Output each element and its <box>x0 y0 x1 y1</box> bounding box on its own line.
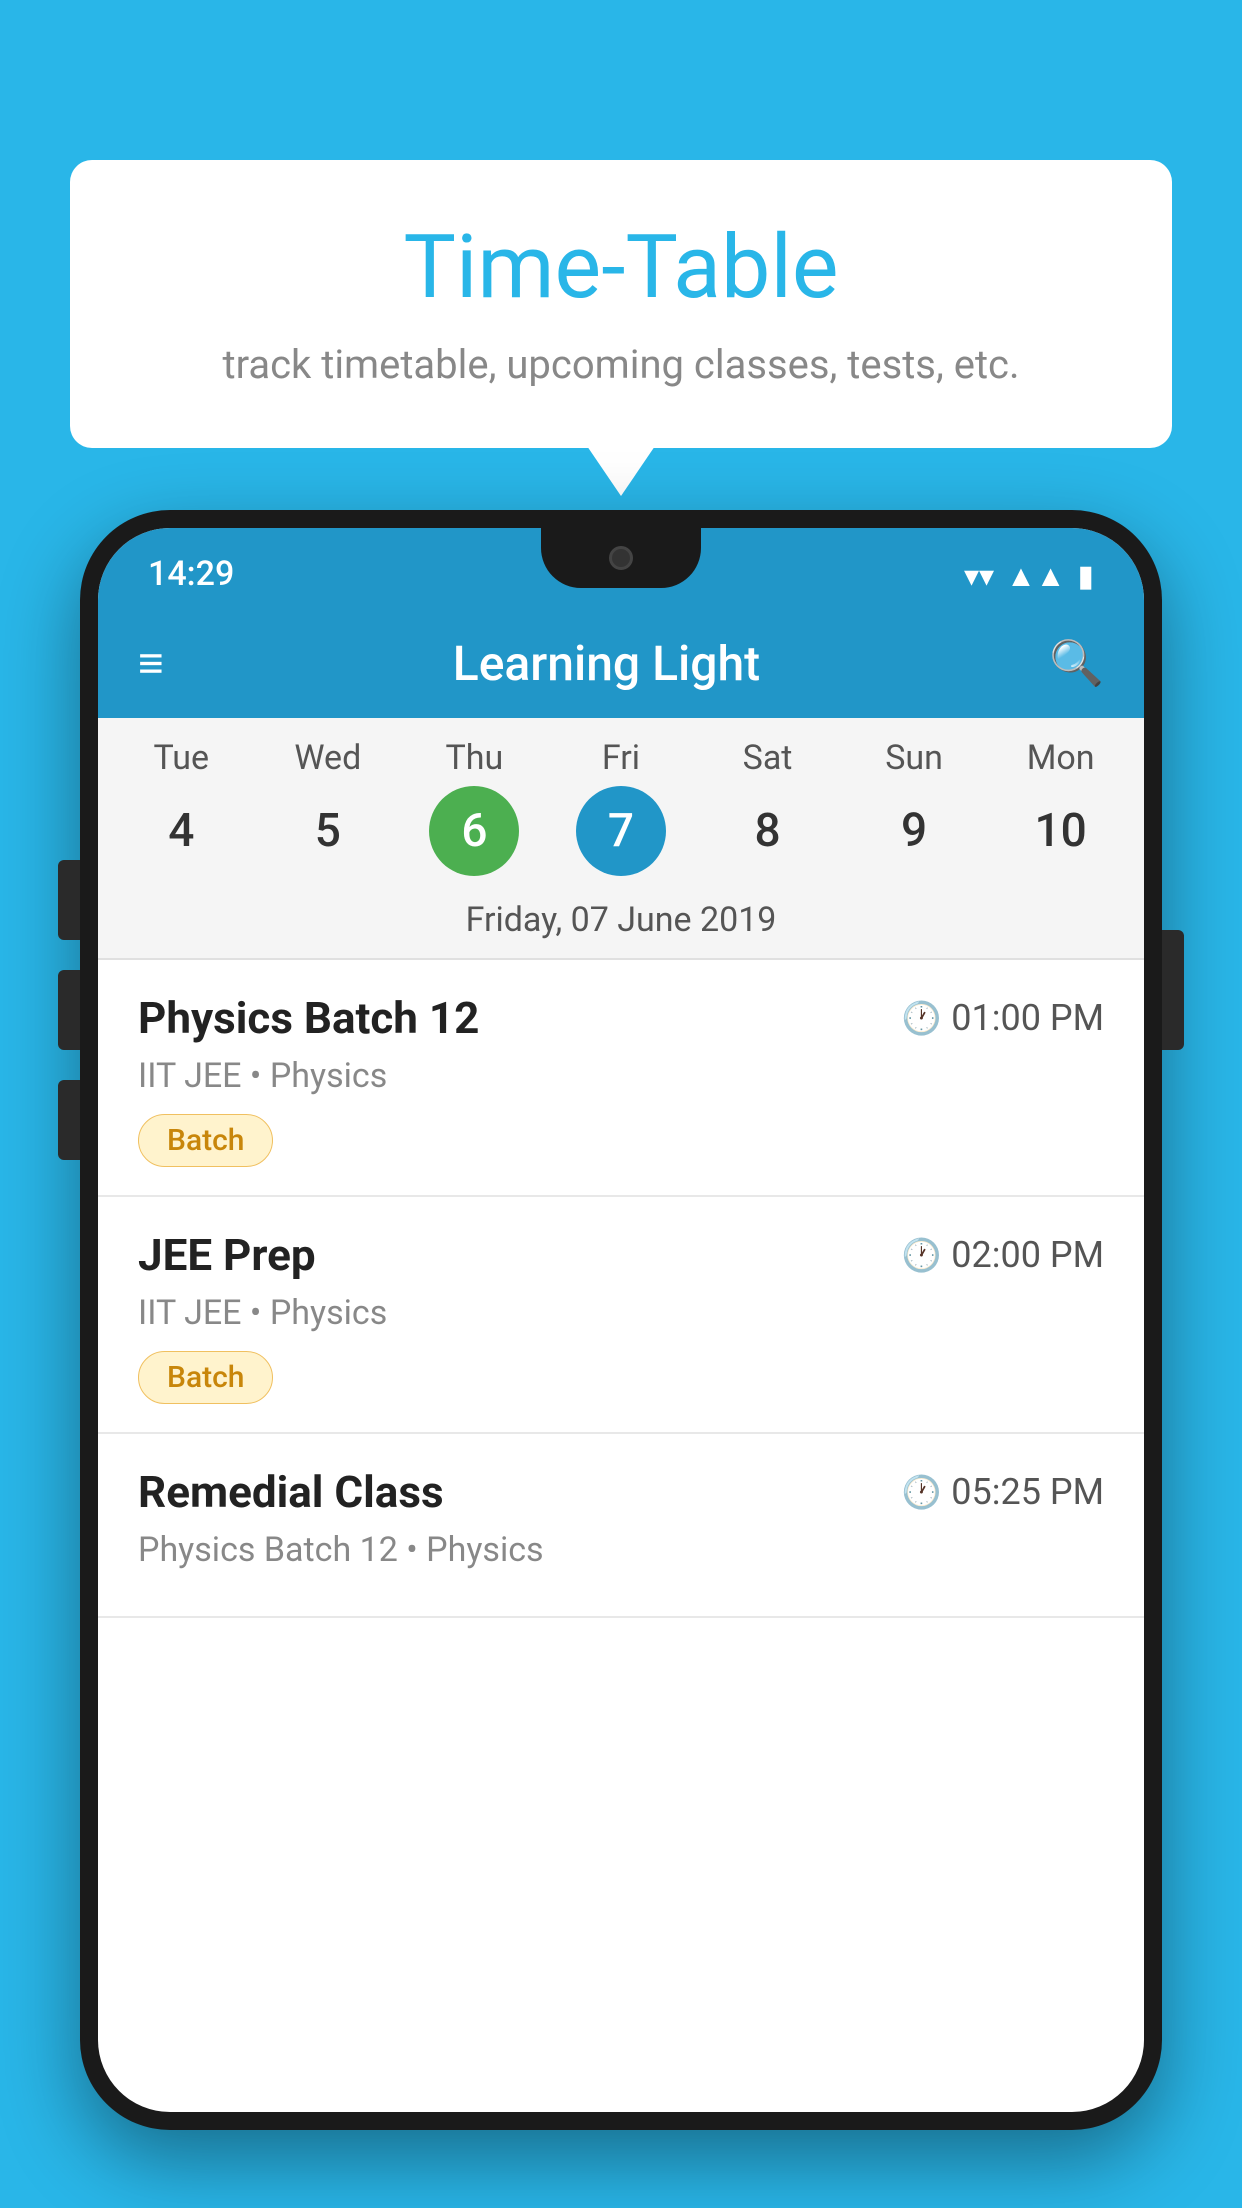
day-col[interactable]: Tue 4 <box>116 738 246 876</box>
schedule-item-header: Physics Batch 12 🕐 01:00 PM <box>138 992 1104 1044</box>
item-title: JEE Prep <box>138 1229 316 1281</box>
day-col[interactable]: Sat 8 <box>703 738 833 876</box>
day-col[interactable]: Fri 7 <box>556 738 686 876</box>
schedule-list: Physics Batch 12 🕐 01:00 PM IIT JEE • Phys… <box>98 960 1144 1618</box>
day-number[interactable]: 8 <box>723 786 813 876</box>
day-label: Sat <box>743 738 793 778</box>
item-subtitle: IIT JEE • Physics <box>138 1056 1104 1096</box>
day-label: Wed <box>294 738 361 778</box>
day-col[interactable]: Wed 5 <box>263 738 393 876</box>
phone-container: 14:29 ▾▾ ▲▲ ▮ ≡ Learning Light 🔍 Tue 4 Wed… <box>80 510 1162 2208</box>
app-bar: ≡ Learning Light 🔍 <box>98 608 1144 718</box>
phone-notch <box>541 528 701 588</box>
day-col[interactable]: Mon 10 <box>996 738 1126 876</box>
day-number[interactable]: 10 <box>1016 786 1106 876</box>
clock-icon: 🕐 <box>901 1473 941 1511</box>
clock-icon: 🕐 <box>901 1236 941 1274</box>
day-label: Sun <box>885 738 943 778</box>
day-label: Fri <box>602 738 640 778</box>
clock-icon: 🕐 <box>901 999 941 1037</box>
schedule-item[interactable]: Remedial Class 🕐 05:25 PM Physics Batch 12… <box>98 1434 1144 1618</box>
item-title: Physics Batch 12 <box>138 992 479 1044</box>
item-title: Remedial Class <box>138 1466 444 1518</box>
day-number[interactable]: 5 <box>283 786 373 876</box>
signal-icon: ▲▲ <box>1006 559 1065 594</box>
calendar-strip: Tue 4 Wed 5 Thu 6 Fri 7 Sat 8 Sun 9 Mon 10 Friday, 07… <box>98 718 1144 958</box>
phone-outer: 14:29 ▾▾ ▲▲ ▮ ≡ Learning Light 🔍 Tue 4 Wed… <box>80 510 1162 2130</box>
app-title: Learning Light <box>194 635 1020 692</box>
item-time: 🕐 01:00 PM <box>901 997 1104 1039</box>
speech-bubble: Time-Table track timetable, upcoming cla… <box>70 160 1172 448</box>
day-col[interactable]: Thu 6 <box>409 738 539 876</box>
schedule-item-header: JEE Prep 🕐 02:00 PM <box>138 1229 1104 1281</box>
day-number[interactable]: 4 <box>136 786 226 876</box>
item-time: 🕐 02:00 PM <box>901 1234 1104 1276</box>
day-number[interactable]: 9 <box>869 786 959 876</box>
schedule-item[interactable]: Physics Batch 12 🕐 01:00 PM IIT JEE • Phys… <box>98 960 1144 1197</box>
front-camera <box>609 546 633 570</box>
schedule-item[interactable]: JEE Prep 🕐 02:00 PM IIT JEE • Physics Batch <box>98 1197 1144 1434</box>
wifi-icon: ▾▾ <box>964 559 994 594</box>
batch-badge: Batch <box>138 1114 273 1167</box>
batch-badge: Batch <box>138 1351 273 1404</box>
battery-icon: ▮ <box>1077 559 1094 594</box>
search-icon[interactable]: 🔍 <box>1049 637 1104 689</box>
item-subtitle: IIT JEE • Physics <box>138 1293 1104 1333</box>
days-row: Tue 4 Wed 5 Thu 6 Fri 7 Sat 8 Sun 9 Mon 10 <box>98 738 1144 876</box>
current-date: Friday, 07 June 2019 <box>98 886 1144 958</box>
day-label: Thu <box>446 738 504 778</box>
day-col[interactable]: Sun 9 <box>849 738 979 876</box>
day-label: Mon <box>1027 738 1095 778</box>
day-number[interactable]: 7 <box>576 786 666 876</box>
day-number[interactable]: 6 <box>429 786 519 876</box>
bubble-title: Time-Table <box>120 220 1122 317</box>
item-subtitle: Physics Batch 12 • Physics <box>138 1530 1104 1570</box>
schedule-item-header: Remedial Class 🕐 05:25 PM <box>138 1466 1104 1518</box>
item-time: 🕐 05:25 PM <box>901 1471 1104 1513</box>
bubble-subtitle: track timetable, upcoming classes, tests… <box>120 337 1122 393</box>
status-time: 14:29 <box>148 554 234 594</box>
hamburger-icon[interactable]: ≡ <box>138 641 164 685</box>
phone-screen: 14:29 ▾▾ ▲▲ ▮ ≡ Learning Light 🔍 Tue 4 Wed… <box>98 528 1144 2112</box>
status-icons: ▾▾ ▲▲ ▮ <box>964 559 1094 594</box>
day-label: Tue <box>154 738 209 778</box>
speech-bubble-container: Time-Table track timetable, upcoming cla… <box>70 160 1172 448</box>
